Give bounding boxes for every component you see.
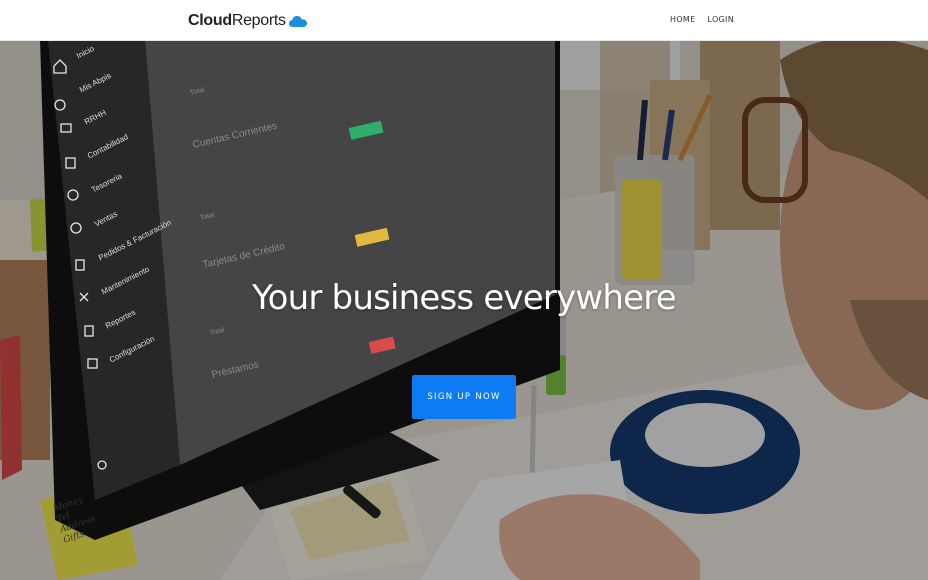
brand-name-bold: Cloud [188, 12, 232, 29]
nav-login-link[interactable]: LOGIN [707, 15, 734, 24]
hero-section: Inicio Mis Abpis RRHH Contabilidad Tesor… [0, 40, 928, 580]
nav-links: HOME LOGIN [670, 15, 734, 24]
nav-home-link[interactable]: HOME [670, 15, 695, 24]
hero-title: Your business everywhere [252, 278, 676, 318]
brand-logo[interactable]: Cloud Reports [188, 11, 308, 31]
brand-name-rest: Reports [231, 12, 286, 29]
cloud-icon [288, 16, 307, 27]
navbar: Cloud Reports HOME LOGIN [0, 0, 928, 41]
sign-up-button[interactable]: SIGN UP NOW [412, 375, 516, 419]
